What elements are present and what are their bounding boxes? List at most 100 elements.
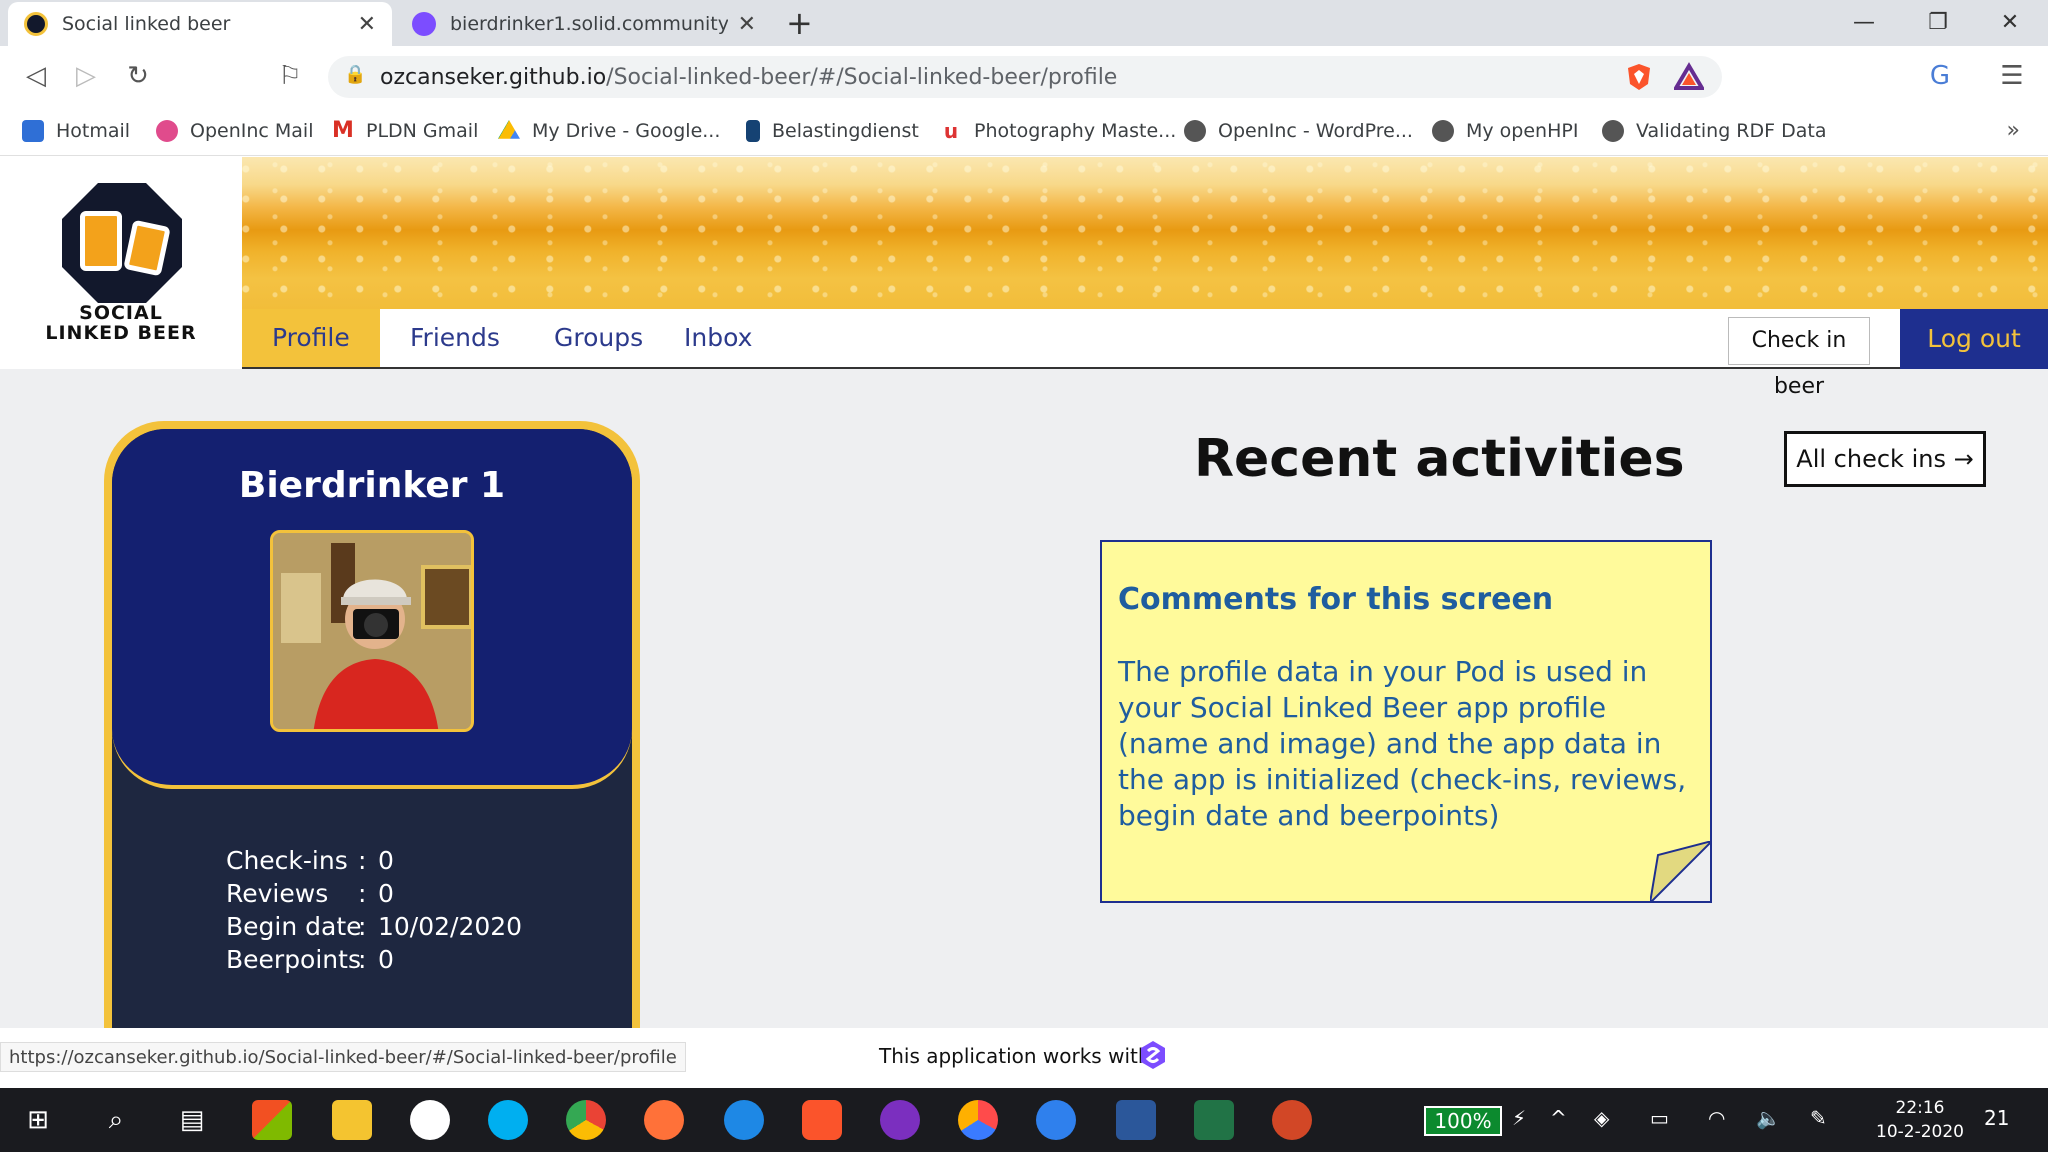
app-icon[interactable]	[958, 1100, 998, 1140]
lock-icon: 🔒	[344, 64, 367, 85]
beer-mug-icon	[123, 219, 171, 277]
globe-app-icon[interactable]	[1036, 1100, 1076, 1140]
nav-tab-inbox[interactable]: Inbox	[654, 309, 782, 367]
note-body: The profile data in your Pod is used in …	[1118, 655, 1687, 832]
back-icon[interactable]: ◁	[18, 58, 54, 94]
file-explorer-icon[interactable]	[332, 1100, 372, 1140]
tab-bierdrinker1[interactable]: bierdrinker1.solid.community ✕	[396, 2, 772, 46]
chrome-icon[interactable]	[566, 1100, 606, 1140]
minimize-icon[interactable]: —	[1844, 6, 1884, 40]
reload-icon[interactable]: ↻	[120, 58, 156, 94]
photography-icon: u	[940, 120, 962, 142]
brave-shield-icon[interactable]	[1624, 62, 1654, 92]
bookmarks-bar: Hotmail OpenInc Mail M PLDN Gmail My Driv…	[0, 106, 2048, 156]
tab-social-linked-beer[interactable]: Social linked beer ✕	[8, 2, 392, 46]
slack-icon[interactable]	[410, 1100, 450, 1140]
stat-row-checkins: Check-ins:0	[226, 846, 394, 875]
page-content: SOCIAL LINKED BEER Profile Friends Group…	[0, 157, 2048, 1032]
bookmark-openinc-mail[interactable]: OpenInc Mail	[156, 116, 313, 146]
browser-toolbar: ◁ ▷ ↻ ⚐ 🔒 ozcanseker.github.io/Social-li…	[0, 46, 2048, 106]
task-view-icon[interactable]: ▤	[172, 1100, 212, 1140]
logo-text: SOCIAL LINKED BEER	[45, 302, 197, 344]
outlook-icon	[22, 120, 44, 142]
globe-icon	[1602, 120, 1624, 142]
system-clock[interactable]: 22:16 10-2-2020	[1860, 1096, 1980, 1144]
search-icon[interactable]: ⌕	[96, 1100, 136, 1140]
nav-tab-friends[interactable]: Friends	[380, 309, 530, 367]
google-drive-icon	[498, 120, 520, 139]
all-check-ins-button[interactable]: All check ins →	[1784, 431, 1986, 487]
close-tab-icon[interactable]: ✕	[738, 12, 756, 37]
belastingdienst-icon	[746, 120, 760, 142]
beer-mug-icon	[80, 211, 122, 271]
new-tab-button[interactable]: +	[786, 6, 813, 40]
beer-banner-image	[242, 157, 2048, 309]
profile-stats: Check-ins:0 Reviews:0 Begin date: 10/02/2…	[226, 846, 522, 978]
bookmark-openinc-wordpress[interactable]: OpenInc - WordPre...	[1184, 116, 1413, 146]
wifi-icon[interactable]: ◠	[1708, 1106, 1725, 1130]
stat-row-begin-date: Begin date: 10/02/2020	[226, 912, 523, 941]
recent-activities-heading: Recent activities	[1194, 429, 1685, 489]
bookmark-my-drive[interactable]: My Drive - Google...	[498, 116, 720, 146]
note-fold-corner	[1650, 841, 1710, 901]
tab-title: bierdrinker1.solid.community	[450, 13, 728, 35]
solid-logo-icon[interactable]	[1138, 1040, 1168, 1070]
bookmark-hotmail[interactable]: Hotmail	[22, 116, 130, 146]
volume-icon[interactable]: 🔈	[1756, 1106, 1781, 1130]
nav-tab-profile[interactable]: Profile	[242, 309, 380, 367]
battery-indicator[interactable]: 100%	[1424, 1106, 1502, 1136]
profile-name: Bierdrinker 1	[238, 465, 506, 506]
notifications-icon[interactable]: 21	[1984, 1106, 2009, 1130]
dropbox-icon[interactable]: ◈	[1594, 1106, 1609, 1130]
bookmark-icon[interactable]: ⚐	[272, 58, 308, 94]
bookmark-my-openhpi[interactable]: My openHPI	[1432, 116, 1578, 146]
battery-tray-icon[interactable]: ▭	[1650, 1106, 1669, 1130]
power-plug-icon: ⚡	[1512, 1106, 1527, 1130]
gmail-icon: M	[332, 118, 354, 143]
browser-tab-strip: Social linked beer ✕ bierdrinker1.solid.…	[0, 0, 2048, 46]
close-tab-icon[interactable]: ✕	[358, 12, 376, 37]
app-navbar: Profile Friends Groups Inbox Check in be…	[242, 309, 2048, 399]
address-bar[interactable]: 🔒 ozcanseker.github.io/Social-linked-bee…	[328, 56, 1722, 98]
brave-icon[interactable]	[802, 1100, 842, 1140]
avatar-photo	[273, 533, 471, 729]
tray-expand-icon[interactable]: ^	[1550, 1106, 1567, 1130]
check-in-beer-button[interactable]: Check in beer	[1728, 317, 1870, 399]
nav-tab-groups[interactable]: Groups	[524, 309, 673, 367]
store-icon[interactable]	[252, 1100, 292, 1140]
excel-icon[interactable]	[1194, 1100, 1234, 1140]
page-footer: https://ozcanseker.github.io/Social-link…	[0, 1028, 2048, 1088]
bookmark-photography[interactable]: u Photography Maste...	[940, 116, 1176, 146]
firefox-icon[interactable]	[644, 1100, 684, 1140]
skype-icon[interactable]	[488, 1100, 528, 1140]
tab-title: Social linked beer	[62, 13, 231, 35]
bookmark-validating-rdf[interactable]: Validating RDF Data	[1602, 116, 1826, 146]
word-icon[interactable]	[1116, 1100, 1156, 1140]
edge-icon[interactable]	[724, 1100, 764, 1140]
pen-icon[interactable]: ✎	[1810, 1106, 1827, 1130]
stat-row-beerpoints: Beerpoints: 0	[226, 945, 394, 974]
globe-icon	[1184, 120, 1206, 142]
forward-icon[interactable]: ▷	[68, 58, 104, 94]
openinc-icon	[156, 120, 178, 142]
translate-icon[interactable]: G	[1922, 58, 1958, 94]
brave-rewards-icon[interactable]	[1674, 62, 1704, 92]
profile-card-header: Bierdrinker 1	[112, 429, 632, 789]
powerpoint-icon[interactable]	[1272, 1100, 1312, 1140]
tor-icon[interactable]	[880, 1100, 920, 1140]
bookmark-pldn-gmail[interactable]: M PLDN Gmail	[332, 116, 478, 146]
globe-icon	[1432, 120, 1454, 142]
app-logo[interactable]: SOCIAL LINKED BEER	[0, 157, 242, 369]
link-status-url: https://ozcanseker.github.io/Social-link…	[0, 1042, 686, 1072]
solid-favicon-icon	[412, 12, 436, 36]
bookmarks-overflow-button[interactable]: »	[2007, 118, 2020, 143]
restore-icon[interactable]: ❐	[1918, 6, 1958, 40]
works-with-text: This application works with	[879, 1044, 1151, 1068]
close-window-icon[interactable]: ✕	[1990, 6, 2030, 40]
menu-icon[interactable]: ☰	[1994, 58, 2030, 94]
windows-start-icon[interactable]: ⊞	[18, 1100, 58, 1140]
bookmark-belastingdienst[interactable]: Belastingdienst	[746, 116, 919, 146]
logout-button[interactable]: Log out	[1900, 309, 2048, 369]
comments-note: Comments for this screen The profile dat…	[1100, 540, 1712, 903]
beer-favicon-icon	[24, 12, 48, 36]
